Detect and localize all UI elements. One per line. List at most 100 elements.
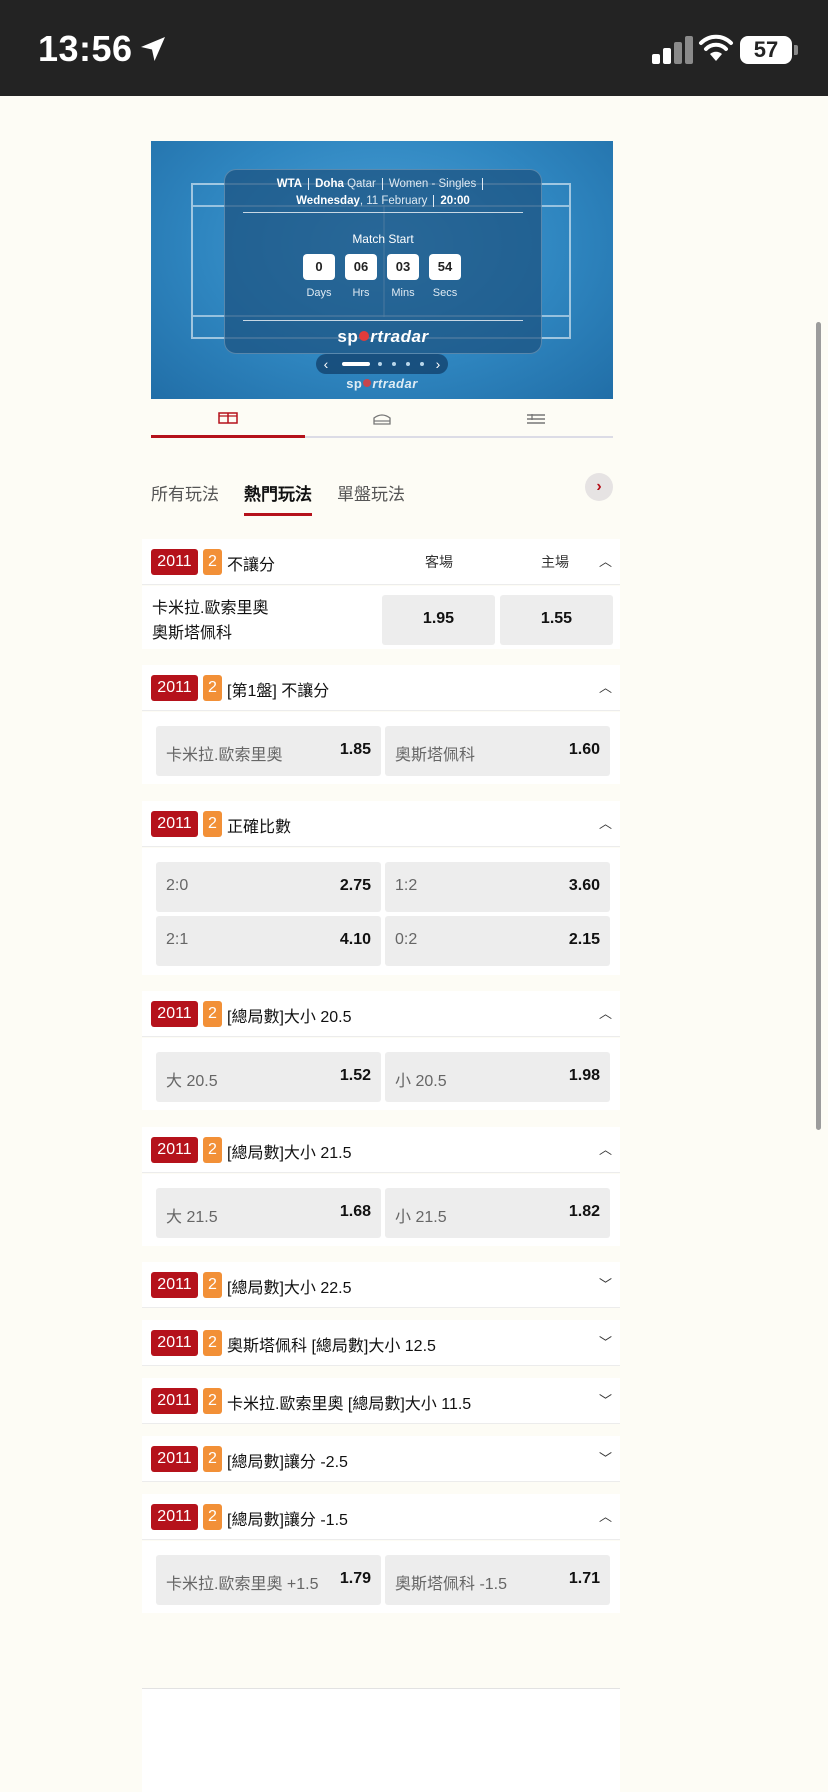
team-2-name: 奧斯塔佩科 — [152, 625, 233, 642]
match-info-panel: WTA Doha Qatar Women - Singles Wednesday, … — [224, 169, 542, 354]
market-body-total-20-5: 大 20.5 1.52 小 20.5 1.98 — [142, 1038, 620, 1110]
sportradar-logo: sp rtradar — [337, 327, 429, 346]
market-header-total-22-5[interactable]: 2011 2 [總局數]大小 22.5 ﹀ — [142, 1262, 620, 1308]
tab-court-view[interactable] — [151, 400, 305, 438]
odds-button[interactable]: 2:0 2.75 — [156, 862, 381, 912]
tab-popular-markets[interactable]: 熱門玩法 — [244, 480, 312, 516]
market-code-badge: 2011 — [151, 1446, 198, 1472]
chevron-up-icon[interactable]: ︿ — [599, 677, 612, 696]
odds-button[interactable]: 大 20.5 1.52 — [156, 1052, 381, 1102]
odds-button[interactable]: 卡米拉.歐索里奧 1.85 — [156, 726, 381, 776]
market-code-badge: 2011 — [151, 1330, 198, 1356]
market-sub-badge: 2 — [203, 1137, 222, 1163]
odds-button[interactable]: 卡米拉.歐索里奧 +1.5 1.79 — [156, 1555, 381, 1605]
odds-button[interactable]: 0:2 2.15 — [385, 916, 610, 966]
market-title: [總局數]大小 20.5 — [227, 1009, 352, 1026]
market-code-badge: 2011 — [151, 549, 198, 575]
list-icon — [527, 414, 545, 424]
date-label: , 11 February — [359, 195, 428, 207]
market-title: 正確比數 — [227, 819, 292, 836]
home-column-label: 主場 — [541, 554, 569, 570]
team-1-name: 卡米拉.歐索里奧 — [152, 600, 269, 617]
away-column-label: 客場 — [425, 554, 453, 570]
court-icon — [218, 411, 238, 424]
odds-button[interactable]: 2:1 4.10 — [156, 916, 381, 966]
market-body-total-21-5: 大 21.5 1.68 小 21.5 1.82 — [142, 1174, 620, 1246]
market-header-handicap-2-5[interactable]: 2011 2 [總局數]讓分 -2.5 ﹀ — [142, 1436, 620, 1482]
market-code-badge: 2011 — [151, 1001, 198, 1027]
market-code-badge: 2011 — [151, 811, 198, 837]
market-tabs: 所有玩法 熱門玩法 單盤玩法 — [151, 472, 613, 516]
location-arrow-icon — [141, 37, 165, 61]
chevron-down-icon[interactable]: ﹀ — [599, 1390, 612, 1409]
odds-button[interactable]: 奧斯塔佩科 1.60 — [385, 726, 610, 776]
market-sub-badge: 2 — [203, 1504, 222, 1530]
category-label: Women - Singles — [388, 178, 477, 190]
market-code-badge: 2011 — [151, 1272, 198, 1298]
market-body-set1: 卡米拉.歐索里奧 1.85 奧斯塔佩科 1.60 — [142, 712, 620, 784]
scoreboard-icon — [373, 414, 391, 425]
odds-value: 1.95 — [422, 610, 455, 627]
chevron-down-icon[interactable]: ﹀ — [599, 1274, 612, 1293]
widget-pager[interactable]: ‹ › — [316, 354, 448, 374]
odds-button[interactable]: 奧斯塔佩科 -1.5 1.71 — [385, 1555, 610, 1605]
market-header-player1-total[interactable]: 2011 2 卡米拉.歐索里奧 [總局數]大小 11.5 ﹀ — [142, 1378, 620, 1424]
city-label: Doha — [315, 178, 344, 190]
chevron-right-icon[interactable]: › — [585, 473, 613, 501]
odds-button[interactable]: 大 21.5 1.68 — [156, 1188, 381, 1238]
market-sub-badge: 2 — [203, 675, 222, 701]
country-label: Qatar — [347, 178, 376, 190]
tab-all-markets[interactable]: 所有玩法 — [151, 480, 219, 505]
market-header-correct-score[interactable]: 2011 2 正確比數 ︿ — [142, 801, 620, 847]
tab-stats-view[interactable] — [459, 400, 613, 438]
chevron-up-icon[interactable]: ︿ — [599, 1003, 612, 1022]
odds-button[interactable]: 1:2 3.60 — [385, 862, 610, 912]
market-header-total-21-5[interactable]: 2011 2 [總局數]大小 21.5 ︿ — [142, 1127, 620, 1173]
status-bar: 13:56 57 — [0, 0, 828, 96]
odds-value: 1.55 — [540, 610, 573, 627]
chevron-up-icon[interactable]: ︿ — [599, 813, 612, 832]
chevron-down-icon[interactable]: ﹀ — [599, 1448, 612, 1467]
market-sub-badge: 2 — [203, 811, 222, 837]
countdown-mins: 03 Mins — [387, 254, 419, 299]
market-header-handicap-1-5[interactable]: 2011 2 [總局數]讓分 -1.5 ︿ — [142, 1494, 620, 1540]
chevron-up-icon[interactable]: ︿ — [599, 1139, 612, 1158]
chevron-up-icon[interactable]: ︿ — [599, 1506, 612, 1525]
wifi-icon — [699, 34, 733, 61]
market-title: 卡米拉.歐索里奧 [總局數]大小 11.5 — [227, 1396, 472, 1413]
market-title: [總局數]讓分 -2.5 — [227, 1454, 348, 1471]
market-sub-badge: 2 — [203, 1388, 222, 1414]
market-sub-badge: 2 — [203, 1446, 222, 1472]
tab-set-markets[interactable]: 單盤玩法 — [337, 480, 405, 505]
market-sub-badge: 2 — [203, 549, 222, 575]
market-code-badge: 2011 — [151, 675, 198, 701]
market-header-total-20-5[interactable]: 2011 2 [總局數]大小 20.5 ︿ — [142, 991, 620, 1037]
market-code-badge: 2011 — [151, 1504, 198, 1530]
market-header-set1[interactable]: 2011 2 [第1盤] 不讓分 ︿ — [142, 665, 620, 711]
tab-scoreboard-view[interactable] — [305, 400, 459, 438]
market-title: 不讓分 — [227, 557, 276, 574]
chevron-right-icon[interactable]: › — [428, 354, 448, 374]
time-label: 20:00 — [440, 195, 470, 207]
odds-button[interactable]: 小 20.5 1.98 — [385, 1052, 610, 1102]
match-tracker-widget: WTA Doha Qatar Women - Singles Wednesday, … — [151, 141, 613, 399]
market-title: [第1盤] 不讓分 — [227, 683, 330, 700]
chevron-down-icon[interactable]: ﹀ — [599, 1332, 612, 1351]
market-code-badge: 2011 — [151, 1137, 198, 1163]
odds-button-away[interactable]: 1.95 — [382, 595, 495, 645]
match-start-label: Match Start — [352, 232, 414, 246]
market-sub-badge: 2 — [203, 1001, 222, 1027]
page-scrollbar[interactable] — [816, 322, 821, 1130]
market-header-player2-total[interactable]: 2011 2 奧斯塔佩科 [總局數]大小 12.5 ﹀ — [142, 1320, 620, 1366]
market-body-moneyline: 卡米拉.歐索里奧 奧斯塔佩科 1.95 1.55 — [142, 586, 620, 649]
chevron-up-icon[interactable]: ︿ — [599, 551, 612, 570]
match-info-line1: WTA Doha Qatar Women - Singles — [225, 176, 541, 193]
odds-button-home[interactable]: 1.55 — [500, 595, 613, 645]
chevron-left-icon[interactable]: ‹ — [316, 354, 336, 374]
odds-button[interactable]: 小 21.5 1.82 — [385, 1188, 610, 1238]
market-header-moneyline[interactable]: 2011 2 不讓分 客場 主場 ︿ — [142, 539, 620, 585]
team-names: 卡米拉.歐索里奧 奧斯塔佩科 — [152, 596, 268, 646]
market-title: [總局數]大小 21.5 — [227, 1145, 352, 1162]
countdown-days: 0 Days — [303, 254, 335, 299]
tour-label: WTA — [276, 178, 303, 190]
